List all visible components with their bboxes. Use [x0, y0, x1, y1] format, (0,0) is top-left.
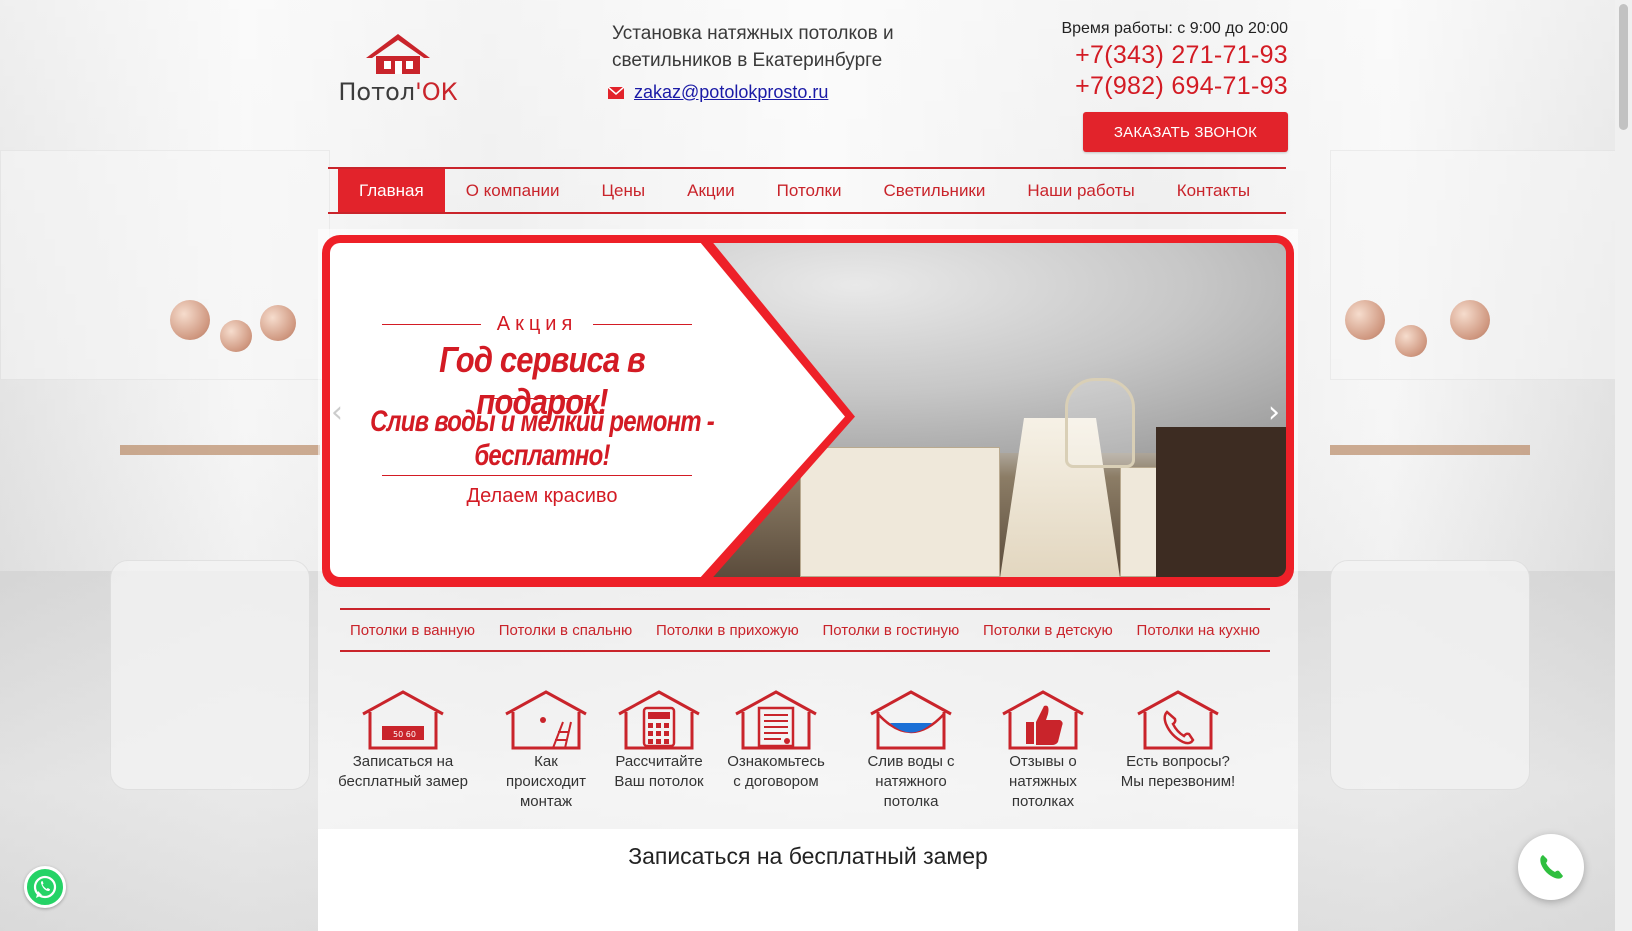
call-widget-button[interactable] [1518, 834, 1584, 900]
category-link-bathroom[interactable]: Потолки в ванную [350, 622, 475, 639]
whatsapp-icon [33, 875, 57, 899]
logo-text-main: Потол [338, 78, 416, 106]
nav-item-contacts[interactable]: Контакты [1156, 169, 1271, 212]
email-link[interactable]: zakaz@potolokprosto.ru [634, 82, 828, 103]
nav-item-ceilings[interactable]: Потолки [756, 169, 863, 212]
svg-text:50 60: 50 60 [393, 730, 416, 739]
feature-label: натяжных [1009, 773, 1077, 790]
chandelier-image [1065, 378, 1135, 468]
house-water-icon [870, 690, 952, 750]
nav-item-promotions[interactable]: Акции [666, 169, 756, 212]
email-row: zakaz@potolokprosto.ru [608, 82, 828, 103]
feature-label: Как [534, 753, 558, 770]
house-ladder-icon [505, 690, 587, 750]
slider-next-icon[interactable]: › [1268, 395, 1280, 430]
category-link-living-room[interactable]: Потолки в гостиную [823, 622, 960, 639]
header-tagline: Установка натяжных потолков и светильник… [612, 23, 894, 71]
feature-links: 50 60 Записаться на бесплатный замер Как… [338, 690, 1268, 810]
promo-label-row: Акция [382, 313, 693, 336]
category-links: Потолки в ванную Потолки в спальню Потол… [340, 608, 1270, 652]
feature-label: монтаж [519, 793, 573, 810]
phone-link-1[interactable]: +7(343) 271-71-93 [1075, 41, 1288, 70]
feature-label: Есть вопросы? [1126, 753, 1230, 770]
feature-label: Отзывы о [1009, 753, 1077, 770]
feature-calculate[interactable]: Рассчитайте Ваш потолок [604, 690, 714, 792]
promo-tagline: Делаем красиво [466, 485, 618, 507]
house-ruler-icon: 50 60 [362, 690, 444, 750]
working-hours: Время работы: с 9:00 до 20:00 [1061, 20, 1288, 37]
section-title: Записаться на бесплатный замер [628, 843, 988, 869]
feature-label: Слив воды с [867, 753, 955, 770]
page-scrollbar[interactable] [1615, 0, 1632, 931]
main-nav: Главная О компании Цены Акции Потолки Св… [328, 167, 1286, 214]
nav-item-prices[interactable]: Цены [580, 169, 666, 212]
category-link-hallway[interactable]: Потолки в прихожую [656, 622, 799, 639]
feature-label: Мы перезвоним! [1120, 773, 1236, 790]
scrollbar-thumb[interactable] [1619, 4, 1628, 130]
order-call-button[interactable]: ЗАКАЗАТЬ ЗВОНОК [1083, 112, 1288, 152]
promo-slider[interactable]: Акция Год сервиса в подарок! Слив воды и… [322, 235, 1294, 587]
promo-subline: Слив воды и мелкий ремонт - бесплатно! [370, 405, 715, 472]
feature-label: с договором [733, 773, 819, 790]
feature-label: Рассчитайте [615, 753, 703, 770]
nav-item-about[interactable]: О компании [445, 169, 581, 212]
feature-label: бесплатный замер [338, 773, 468, 790]
house-thumbs-up-icon [1002, 690, 1084, 750]
page-container: Потол'ОК Установка натяжных потолков и с… [318, 0, 1318, 931]
logo-text[interactable]: Потол'ОК [328, 78, 468, 106]
feature-label: натяжного [875, 773, 947, 790]
category-link-bedroom[interactable]: Потолки в спальню [499, 622, 633, 639]
feature-label: Записаться на [352, 753, 454, 770]
feature-label: Ознакомьтесь [727, 753, 825, 770]
phone-icon [1540, 855, 1563, 879]
nav-item-lamps[interactable]: Светильники [862, 169, 1006, 212]
feature-measure[interactable]: 50 60 Записаться на бесплатный замер [338, 690, 468, 792]
feature-label: потолка [883, 793, 939, 810]
mail-icon [608, 86, 624, 99]
feature-callback[interactable]: Есть вопросы? Мы перезвоним! [1108, 690, 1248, 792]
logo-text-accent: 'ОК [415, 78, 458, 106]
whatsapp-button[interactable] [24, 866, 66, 908]
nav-item-works[interactable]: Наши работы [1006, 169, 1155, 212]
category-link-kids-room[interactable]: Потолки в детскую [983, 622, 1113, 639]
house-document-icon [735, 690, 817, 750]
nav-item-home[interactable]: Главная [338, 169, 445, 212]
feature-installation[interactable]: Как происходит монтаж [496, 690, 596, 812]
feature-water-drain[interactable]: Слив воды с натяжного потолка [846, 690, 976, 812]
feature-label: Ваш потолок [614, 773, 704, 790]
feature-label: происходит [505, 773, 587, 790]
house-calculator-icon [618, 690, 700, 750]
phone-link-2[interactable]: +7(982) 694-71-93 [1075, 72, 1288, 101]
feature-label: потолках [1011, 793, 1075, 810]
feature-contract[interactable]: Ознакомьтесь с договором [716, 690, 836, 792]
slide-caption: Акция Год сервиса в подарок! Слив воды и… [342, 235, 782, 587]
promo-label: Акция [496, 313, 578, 335]
slider-prev-icon[interactable]: ‹ [331, 395, 343, 430]
category-link-kitchen[interactable]: Потолки на кухню [1137, 622, 1260, 639]
feature-reviews[interactable]: Отзывы о натяжных потолках [988, 690, 1098, 812]
house-phone-icon [1137, 690, 1219, 750]
